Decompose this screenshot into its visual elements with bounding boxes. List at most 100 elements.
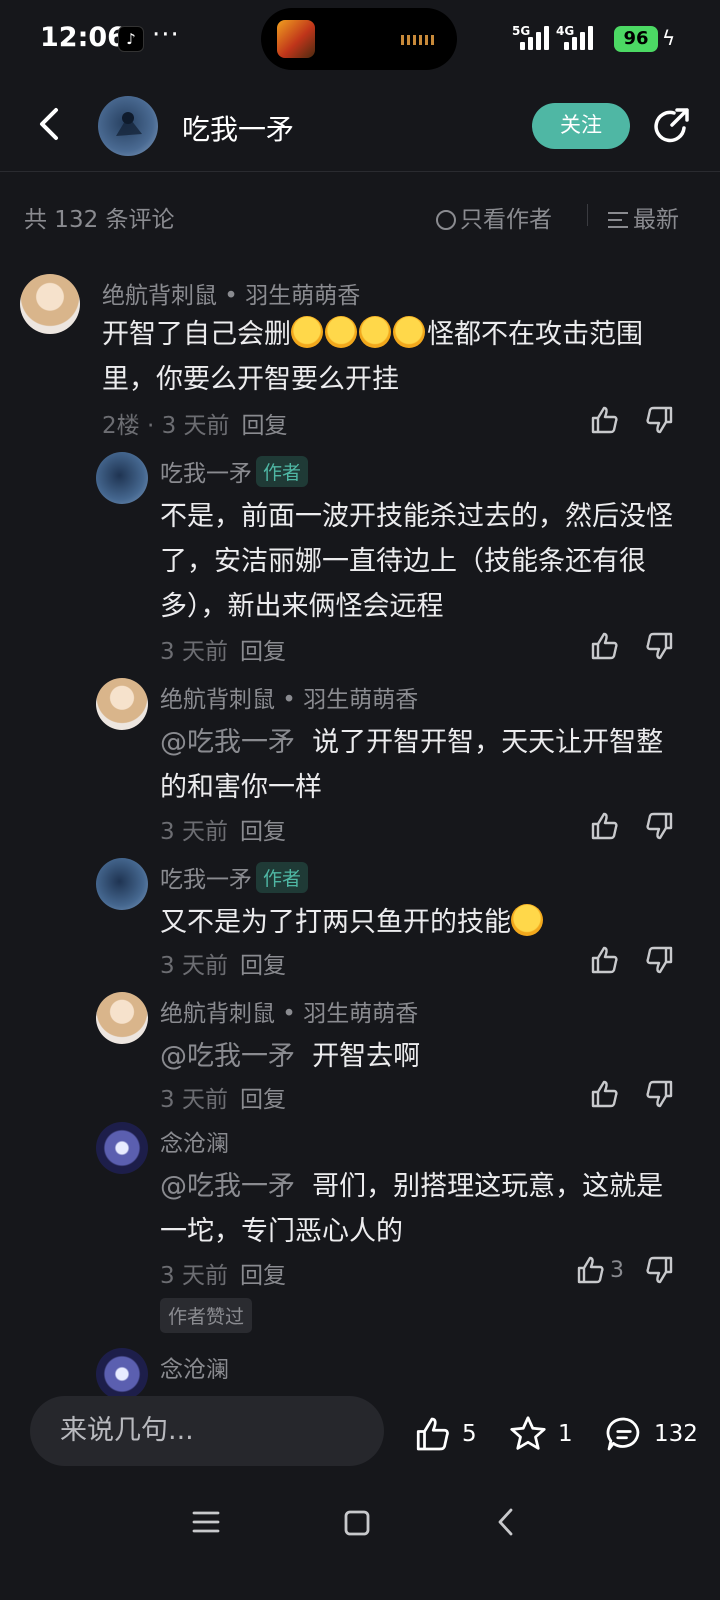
author-only-label: 只看作者 (460, 207, 552, 233)
reply-time: 3 天前 (160, 953, 228, 979)
thumb-up-icon[interactable] (588, 810, 620, 842)
like-count: 3 (610, 1258, 624, 1283)
reply-item: 念沧澜 (0, 1348, 720, 1400)
comment-username[interactable]: 绝航背刺鼠 • 羽生萌萌香 (102, 276, 360, 310)
thumb-down-icon[interactable] (644, 630, 676, 662)
home-icon[interactable] (342, 1508, 372, 1538)
user-avatar[interactable] (96, 452, 148, 504)
like-count: 5 (462, 1421, 477, 1447)
reply-text[interactable]: 不是，前面一波开技能杀过去的，然后没怪了，安洁丽娜一直待边上（技能条还有很多），… (160, 494, 682, 629)
thumb-down-icon[interactable] (644, 944, 676, 976)
follow-button[interactable]: 关注 (532, 103, 630, 149)
reply-time: 3 天前 (160, 1263, 228, 1289)
mention[interactable]: @吃我一矛 (160, 727, 295, 758)
status-bar: 12:06 ♪ ··· 5G 4G 96 ϟ (0, 0, 720, 80)
reply-username[interactable]: 吃我一矛 作者 (160, 860, 309, 894)
thumb-up-icon[interactable] (588, 404, 620, 436)
comment-input[interactable]: 来说几句... (30, 1396, 384, 1466)
reply-meta: 3 天前 回复 (160, 946, 286, 980)
reply-button[interactable]: 回复 (240, 1087, 286, 1113)
thumb-up-icon (416, 1417, 449, 1451)
reply-text[interactable]: 又不是为了打两只鱼开的技能 (160, 900, 682, 945)
reply-text[interactable]: @吃我一矛 说了开智开智，天天让开智整的和害你一样 (160, 720, 682, 810)
author-tag: 作者 (256, 456, 309, 487)
thumb-down-icon[interactable] (644, 1254, 676, 1286)
nav-back-icon[interactable] (494, 1506, 518, 1538)
signal-icon (520, 24, 554, 50)
comment-meta: 2楼 · 3 天前 回复 (102, 406, 288, 440)
signal-icon-2 (564, 24, 598, 50)
user-avatar[interactable] (96, 992, 148, 1044)
user-avatar[interactable] (96, 1122, 148, 1174)
thumb-up-icon[interactable] (574, 1254, 606, 1286)
thumb-down-icon[interactable] (644, 1078, 676, 1110)
battery-icon: 96 (614, 26, 658, 52)
reply-username[interactable]: 念沧澜 (160, 1124, 229, 1158)
user-avatar[interactable] (96, 1348, 148, 1400)
reply-button[interactable]: 回复 (240, 819, 286, 845)
audio-wave-icon (401, 35, 435, 45)
comment-button[interactable]: 132 (604, 1412, 698, 1456)
favorite-button[interactable]: 1 (508, 1412, 573, 1456)
system-nav-bar (0, 1492, 720, 1600)
user-avatar[interactable] (20, 274, 80, 334)
star-icon (510, 1416, 546, 1450)
comment-list[interactable]: 绝航背刺鼠 • 羽生萌萌香 开智了自己会删 怪都不在攻击范围里，你要么开智要么开挂… (0, 258, 720, 1400)
radio-icon (436, 210, 456, 230)
user-avatar[interactable] (96, 678, 148, 730)
like-post-button[interactable]: 5 (412, 1412, 477, 1456)
reply-username[interactable]: 念沧澜 (160, 1350, 229, 1384)
thumb-up-icon[interactable] (588, 944, 620, 976)
author-liked-badge: 作者赞过 (160, 1298, 253, 1333)
reply-button[interactable]: 回复 (242, 413, 288, 439)
sort-newest-button[interactable]: 最新 (608, 200, 679, 234)
reply-item: 念沧澜 @吃我一矛 哥们，别搭理这玩意，这就是一坨，专门恶心人的 3 天前 回复 … (0, 1122, 720, 1348)
reply-meta: 3 天前 回复 (160, 1080, 286, 1114)
charging-icon: ϟ (662, 26, 676, 50)
mention[interactable]: @吃我一矛 (160, 1171, 295, 1202)
thumb-down-icon[interactable] (644, 404, 676, 436)
reply-button[interactable]: 回复 (240, 1263, 286, 1289)
reply-username[interactable]: 绝航背刺鼠 • 羽生萌萌香 (160, 680, 418, 714)
sort-label: 最新 (633, 207, 679, 233)
top-bar: 吃我一矛 关注 (0, 80, 720, 172)
reply-username[interactable]: 绝航背刺鼠 • 羽生萌萌香 (160, 994, 418, 1028)
comment-time: · 3 天前 (146, 413, 230, 439)
thumb-up-icon[interactable] (588, 630, 620, 662)
thumb-up-icon[interactable] (588, 1078, 620, 1110)
dynamic-island[interactable] (261, 8, 457, 70)
thumb-down-icon[interactable] (644, 810, 676, 842)
reply-meta: 3 天前 回复 (160, 812, 286, 846)
author-only-toggle[interactable]: 只看作者 (436, 200, 552, 234)
author-avatar[interactable] (98, 96, 158, 156)
divider (587, 204, 588, 226)
more-notifications-icon: ··· (152, 20, 180, 50)
menu-icon[interactable] (190, 1508, 222, 1536)
share-icon[interactable] (650, 104, 694, 148)
author-name[interactable]: 吃我一矛 (182, 108, 294, 148)
reply-meta: 3 天前 回复 (160, 632, 286, 666)
reply-button[interactable]: 回复 (240, 639, 286, 665)
comment-count: 共 132 条评论 (24, 207, 175, 233)
reply-button[interactable]: 回复 (240, 953, 286, 979)
tiktok-notification-icon: ♪ (118, 26, 144, 52)
floor-label: 2楼 (102, 413, 140, 439)
user-avatar[interactable] (96, 858, 148, 910)
reply-text[interactable]: @吃我一矛 开智去啊 (160, 1034, 682, 1079)
crying-emoji-icon (511, 904, 543, 936)
reply-meta: 3 天前 回复 (160, 1256, 286, 1290)
mention[interactable]: @吃我一矛 (160, 1041, 295, 1072)
reply-item: 吃我一矛 作者 不是，前面一波开技能杀过去的，然后没怪了，安洁丽娜一直待边上（技能… (0, 448, 720, 674)
reply-username[interactable]: 吃我一矛 作者 (160, 454, 309, 488)
comment-filter-bar: 共 132 条评论 只看作者 最新 (0, 172, 720, 258)
clock: 12:06 (40, 22, 126, 53)
crying-emoji-icon (291, 316, 323, 348)
crying-emoji-icon (393, 316, 425, 348)
author-tag: 作者 (256, 862, 309, 893)
crying-emoji-icon (359, 316, 391, 348)
reply-text[interactable]: @吃我一矛 哥们，别搭理这玩意，这就是一坨，专门恶心人的 (160, 1164, 682, 1254)
back-icon[interactable] (30, 102, 70, 146)
game-app-icon (277, 20, 315, 58)
comment-text[interactable]: 开智了自己会删 怪都不在攻击范围里，你要么开智要么开挂 (102, 312, 682, 402)
reply-time: 3 天前 (160, 639, 228, 665)
